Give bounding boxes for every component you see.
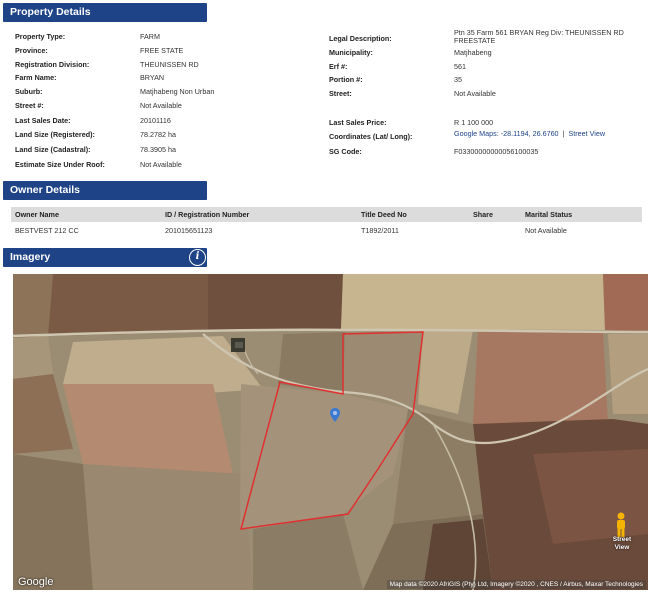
location-pin-icon	[330, 408, 340, 422]
value-province: FREE STATE	[140, 46, 184, 55]
label-legal-description: Legal Description:	[329, 34, 392, 43]
label-suburb: Suburb:	[15, 87, 43, 96]
row-province: Province: FREE STATE	[0, 46, 652, 60]
value-sg-code: F03300000000056100035	[454, 147, 539, 156]
value-estimate-size-under-roof: Not Available	[140, 160, 182, 169]
column-share: Share	[473, 210, 493, 219]
column-id-registration: ID / Registration Number	[165, 210, 250, 219]
column-marital-status: Marital Status	[525, 210, 573, 219]
cell-owner-name: BESTVEST 212 CC	[15, 226, 79, 235]
label-estimate-size-under-roof: Estimate Size Under Roof:	[15, 160, 105, 169]
label-erf-number: Erf #:	[329, 62, 348, 71]
label-municipality: Municipality:	[329, 48, 373, 57]
value-street: Not Available	[454, 89, 496, 98]
value-municipality: Matjhabeng	[454, 48, 492, 57]
value-portion-number: 35	[454, 75, 462, 84]
label-street: Street:	[329, 89, 352, 98]
row-registration-division: Registration Division: THEUNISSEN RD	[0, 60, 652, 74]
label-land-size-cadastral: Land Size (Cadastral):	[15, 145, 91, 154]
value-coordinates: Google Maps: -28.1194, 26.6760 | Street …	[454, 129, 605, 138]
owner-details-header: Owner Details	[3, 181, 207, 200]
property-details-header: Property Details	[3, 3, 207, 22]
label-registration-division: Registration Division:	[15, 60, 90, 69]
map-credits: Map data ©2020 AfriGIS (Pty) Ltd, Imager…	[386, 580, 646, 589]
column-title-deed: Title Deed No	[361, 210, 407, 219]
label-last-sales-price: Last Sales Price:	[329, 118, 387, 127]
cell-marital-status: Not Available	[525, 226, 567, 235]
value-farm-name: BRYAN	[140, 73, 165, 82]
label-street-number: Street #:	[15, 101, 44, 110]
owner-table-header: Owner Name ID / Registration Number Titl…	[11, 207, 642, 222]
label-sg-code: SG Code:	[329, 147, 362, 156]
value-land-size-registered: 78.2782 ha	[140, 130, 176, 139]
cell-title-deed: T1892/2011	[361, 226, 399, 235]
label-province: Province:	[15, 46, 48, 55]
google-maps-link[interactable]: Google Maps: -28.1194, 26.6760	[454, 129, 559, 138]
row-suburb: Suburb: Matjhabeng Non Urban	[0, 87, 652, 101]
row-land-size-cadastral: Land Size (Cadastral): 78.3905 ha	[0, 145, 652, 159]
row-estimate-size-under-roof: Estimate Size Under Roof: Not Available	[0, 160, 652, 174]
value-suburb: Matjhabeng Non Urban	[140, 87, 215, 96]
value-last-sales-date: 20101116	[140, 116, 171, 125]
row-last-sales-date: Last Sales Date: 20101116	[0, 116, 652, 130]
satellite-map[interactable]: Street View Google Map data ©2020 AfriGI…	[13, 274, 648, 590]
value-property-type: FARM	[140, 32, 160, 41]
satellite-imagery	[13, 274, 648, 590]
google-logo: Google	[18, 576, 54, 588]
property-details-title: Property Details	[10, 6, 91, 18]
street-view-label: Street View	[612, 536, 632, 551]
street-view-link[interactable]: Street View	[568, 129, 605, 138]
value-land-size-cadastral: 78.3905 ha	[140, 145, 176, 154]
table-row: BESTVEST 212 CC 201015651123 T1892/2011 …	[11, 222, 642, 237]
imagery-title: Imagery	[10, 251, 51, 263]
coordinates-separator: |	[562, 129, 565, 138]
value-erf-number: 561	[454, 62, 466, 71]
label-farm-name: Farm Name:	[15, 73, 57, 82]
cell-id-registration: 201015651123	[165, 226, 213, 235]
street-view-pegman-icon[interactable]	[614, 512, 628, 538]
label-property-type: Property Type:	[15, 32, 66, 41]
label-coordinates: Coordinates (Lat/ Long):	[329, 132, 413, 141]
value-legal-description: Ptn 35 Farm 561 BRYAN Reg Div: THEUNISSE…	[454, 28, 624, 45]
row-street-number: Street #: Not Available	[0, 101, 652, 115]
value-street-number: Not Available	[140, 101, 182, 110]
owner-table: Owner Name ID / Registration Number Titl…	[11, 207, 642, 237]
column-owner-name: Owner Name	[15, 210, 59, 219]
label-portion-number: Portion #:	[329, 75, 363, 84]
value-registration-division: THEUNISSEN RD	[140, 60, 199, 69]
label-last-sales-date: Last Sales Date:	[15, 116, 71, 125]
info-icon[interactable]: i	[189, 249, 206, 266]
owner-details-title: Owner Details	[10, 184, 81, 196]
value-last-sales-price: R 1 100 000	[454, 118, 494, 127]
imagery-header: Imagery i	[3, 248, 207, 267]
row-farm-name: Farm Name: BRYAN	[0, 73, 652, 87]
label-land-size-registered: Land Size (Registered):	[15, 130, 95, 139]
